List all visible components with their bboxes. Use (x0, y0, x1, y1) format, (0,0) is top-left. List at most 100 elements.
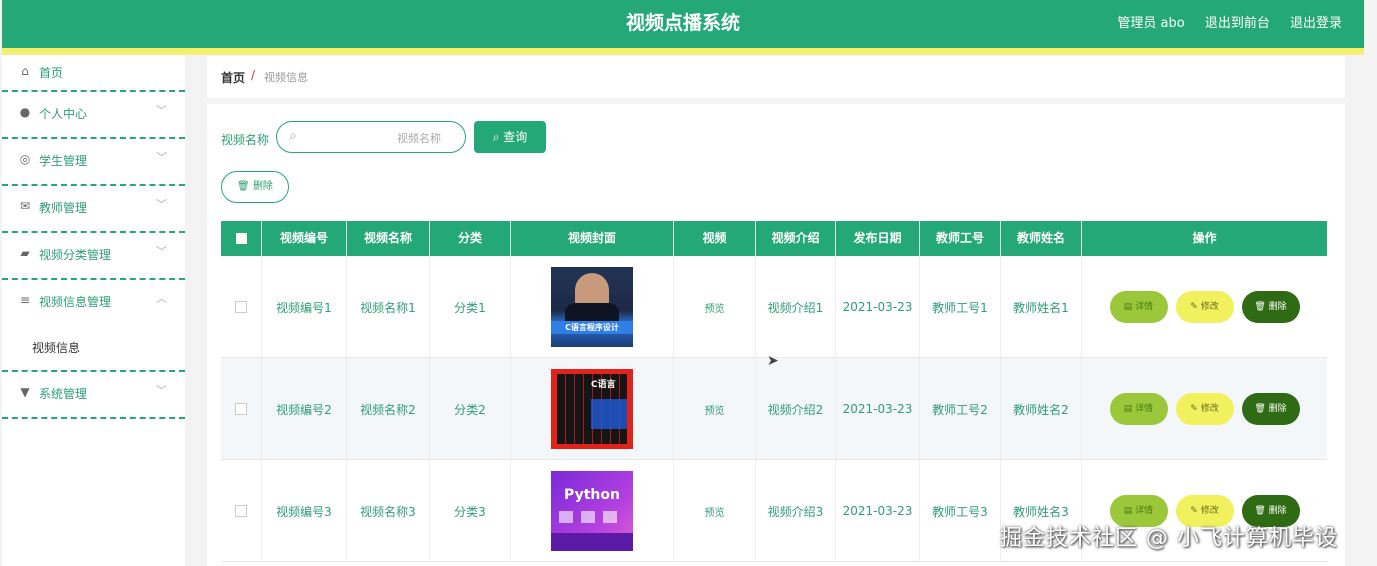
sidebar-subitem-video-info[interactable]: 视频信息 (2, 327, 185, 372)
document-icon: ▤ (1123, 404, 1136, 414)
sidebar: ⌂ 首页 ● 个人中心 ﹀ ◎ 学生管理 ﹀ ✉ 教师管理 ﹀ ▰ 视频分类管理… (2, 55, 185, 566)
cell-code: 视频编号1 (262, 256, 347, 358)
row-checkbox[interactable] (235, 403, 247, 415)
main-content: 视频名称 ⌕ 视频名称 ⌕ 查询 🗑 删除 视频编号 视频名称 分类 视频封面 … (207, 104, 1345, 566)
search-icon: ⌕ (289, 128, 297, 144)
chevron-up-icon: ︿ (156, 292, 167, 305)
table-header: 视频编号 视频名称 分类 视频封面 视频 视频介绍 发布日期 教师工号 教师姓名… (221, 221, 1327, 256)
header-accent-strip (2, 48, 1364, 55)
column-header[interactable]: 发布日期 (836, 221, 920, 256)
video-cover-image[interactable]: C语言程序设计 (551, 267, 633, 347)
trash-icon: 🗑 (1254, 302, 1269, 312)
cover-footer-band (551, 533, 633, 551)
mail-icon: ✉ (19, 199, 31, 213)
search-icon: ⌕ (492, 130, 500, 144)
cell-category: 分类2 (430, 358, 511, 460)
cell-actions: ▤ 详情 ✎ 修改 🗑 删除 (1082, 358, 1327, 460)
bulk-delete-button[interactable]: 🗑 删除 (221, 171, 289, 203)
trash-icon: 🗑 (237, 181, 250, 192)
cell-teacher-no: 教师工号2 (920, 358, 1001, 460)
row-checkbox-cell (221, 256, 262, 358)
column-header[interactable]: 视频封面 (511, 221, 674, 256)
cell-cover: C语言程序设计 (511, 256, 674, 358)
sidebar-item-video-info[interactable]: ≡ 视频信息管理 ︿ (2, 280, 185, 327)
sidebar-item-video-category[interactable]: ▰ 视频分类管理 ﹀ (2, 233, 185, 280)
sidebar-item-personal[interactable]: ● 个人中心 ﹀ (2, 92, 185, 139)
column-header[interactable]: 视频编号 (262, 221, 347, 256)
detail-label: 详情 (1135, 404, 1154, 414)
cover-highlight (591, 399, 627, 429)
cell-cover: Python (511, 460, 674, 562)
sidebar-item-label: 视频分类管理 (39, 248, 112, 262)
search-button[interactable]: ⌕ 查询 (474, 121, 546, 153)
detail-label: 详情 (1135, 506, 1154, 516)
table-row: 视频编号2 视频名称2 分类2 C语言 预览 视频介绍2 2021-03-23 … (221, 358, 1327, 460)
breadcrumb-home[interactable]: 首页 (221, 69, 245, 86)
search-label: 视频名称 (221, 133, 270, 147)
exit-front-link[interactable]: 退出到前台 (1205, 16, 1270, 31)
tag-icon: ▰ (20, 246, 30, 260)
sidebar-item-system[interactable]: ▼ 系统管理 ﹀ (2, 372, 185, 419)
breadcrumb-separator: / (251, 68, 256, 82)
column-header[interactable]: 分类 (430, 221, 511, 256)
row-checkbox[interactable] (235, 301, 247, 313)
column-header[interactable]: 教师工号 (920, 221, 1001, 256)
cell-cover: C语言 (511, 358, 674, 460)
pencil-icon: ✎ (1190, 404, 1201, 414)
admin-label: 管理员 abo (1117, 16, 1185, 31)
mouse-cursor-icon: ➤ (767, 353, 779, 369)
sidebar-item-label: 学生管理 (39, 154, 88, 168)
row-checkbox[interactable] (235, 505, 247, 517)
column-header[interactable]: 视频 (674, 221, 756, 256)
detail-button[interactable]: ▤ 详情 (1109, 393, 1168, 425)
column-header: 操作 (1192, 231, 1217, 245)
cell-video-preview[interactable]: 预览 (674, 358, 756, 460)
column-header[interactable]: 视频介绍 (756, 221, 836, 256)
column-header[interactable]: 教师姓名 (1001, 221, 1082, 256)
cover-title: C语言程序设计 (551, 321, 633, 334)
sidebar-item-label: 视频信息管理 (39, 295, 112, 309)
cell-teacher-no: 教师工号3 (920, 460, 1001, 562)
chevron-down-icon: ﹀ (156, 245, 167, 258)
video-cover-image[interactable]: C语言 (551, 369, 633, 449)
cell-name: 视频名称2 (347, 358, 430, 460)
edit-label: 修改 (1200, 302, 1219, 312)
video-table: 视频编号 视频名称 分类 视频封面 视频 视频介绍 发布日期 教师工号 教师姓名… (221, 221, 1327, 562)
user-icon: ● (19, 105, 31, 119)
sidebar-item-home[interactable]: ⌂ 首页 (2, 55, 185, 92)
cover-title: Python (564, 487, 620, 503)
cell-teacher-name: 教师姓名2 (1001, 358, 1082, 460)
cell-date: 2021-03-23 (836, 460, 920, 562)
sidebar-item-students[interactable]: ◎ 学生管理 ﹀ (2, 139, 185, 186)
cell-video-preview[interactable]: 预览 (674, 256, 756, 358)
edit-button[interactable]: ✎ 修改 (1175, 291, 1234, 323)
watermark: 掘金技术社区 @ 小飞计算机毕设 (1000, 526, 1338, 551)
detail-label: 详情 (1135, 302, 1154, 312)
detail-button[interactable]: ▤ 详情 (1109, 291, 1168, 323)
sidebar-item-teachers[interactable]: ✉ 教师管理 ﹀ (2, 186, 185, 233)
cell-video-preview[interactable]: 预览 (674, 460, 756, 562)
search-input[interactable]: ⌕ 视频名称 (276, 121, 466, 153)
delete-button[interactable]: 🗑 删除 (1241, 291, 1300, 323)
sidebar-subitem-label: 视频信息 (32, 341, 81, 355)
globe-icon: ◎ (19, 152, 31, 166)
column-header[interactable]: 视频名称 (347, 221, 430, 256)
home-icon: ⌂ (21, 64, 29, 78)
edit-button[interactable]: ✎ 修改 (1175, 393, 1234, 425)
cover-decoration (559, 511, 625, 523)
cell-code: 视频编号3 (262, 460, 347, 562)
trash-icon: 🗑 (1254, 404, 1269, 414)
cell-teacher-no: 教师工号1 (920, 256, 1001, 358)
breadcrumb: 首页 / 视频信息 (207, 56, 1345, 98)
cover-title: C语言 (591, 380, 616, 390)
select-all-checkbox[interactable] (235, 233, 247, 244)
cell-category: 分类3 (430, 460, 511, 562)
document-icon: ▤ (1123, 506, 1136, 516)
sidebar-item-label: 个人中心 (39, 107, 88, 121)
edit-label: 修改 (1200, 506, 1219, 516)
cover-portrait-body (565, 303, 619, 323)
breadcrumb-current: 视频信息 (264, 71, 308, 84)
logout-link[interactable]: 退出登录 (1290, 16, 1342, 31)
video-cover-image[interactable]: Python (551, 471, 633, 551)
delete-button[interactable]: 🗑 删除 (1241, 393, 1300, 425)
